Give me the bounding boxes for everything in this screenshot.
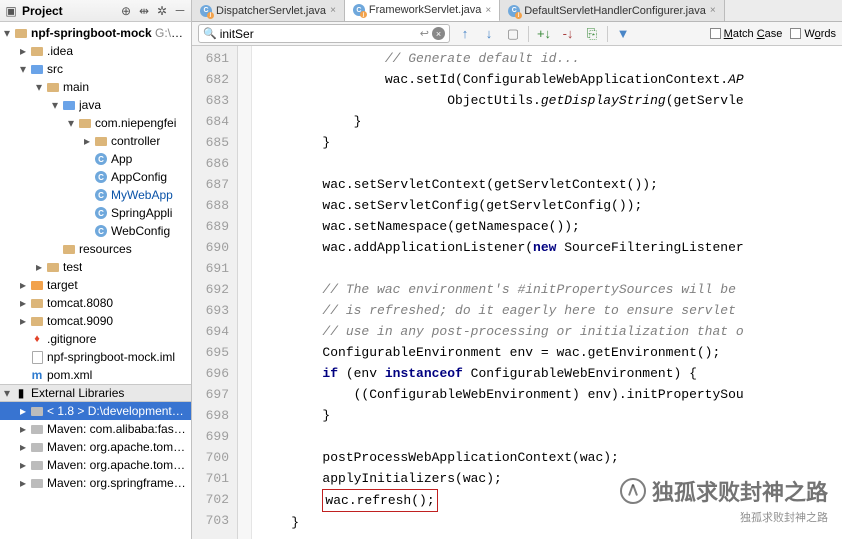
tree-root[interactable]: ▾npf-springboot-mock G:\sou (0, 24, 191, 42)
tree-item-target[interactable]: ▸target (0, 276, 191, 294)
chevron-right-icon[interactable]: ▸ (18, 442, 28, 452)
libraries-icon: ▮ (14, 386, 28, 400)
tree-external-libraries[interactable]: ▾▮External Libraries (0, 384, 191, 402)
tree-item-controller[interactable]: ▸controller (0, 132, 191, 150)
code-content[interactable]: // Generate default id... wac.setId(Conf… (252, 46, 842, 539)
chevron-right-icon[interactable]: ▸ (18, 478, 28, 488)
project-icon: ▣ (4, 4, 18, 18)
select-all-occurrences-icon[interactable]: ⎘ (583, 25, 601, 43)
tree-item-webconfig[interactable]: ▸CWebConfig (0, 222, 191, 240)
tree-item-app[interactable]: ▸CApp (0, 150, 191, 168)
code-editor[interactable]: 681 682 683 684 685 686 687 688 689 690 … (192, 46, 842, 539)
tab-framework[interactable]: CFrameworkServlet.java× (345, 0, 500, 22)
gear-icon[interactable]: ✲ (155, 4, 169, 18)
tree-item-idea[interactable]: ▸.idea (0, 42, 191, 60)
close-icon[interactable]: × (330, 5, 336, 16)
tree-item-src[interactable]: ▾src (0, 60, 191, 78)
clear-icon[interactable]: × (432, 27, 445, 40)
tree-item-maven1[interactable]: ▸Maven: com.alibaba:fastjsor (0, 420, 191, 438)
tree-item-tomcat9090[interactable]: ▸tomcat.9090 (0, 312, 191, 330)
close-icon[interactable]: × (485, 5, 491, 16)
tree-item-appconfig[interactable]: ▸CAppConfig (0, 168, 191, 186)
chevron-right-icon[interactable]: ▸ (18, 46, 28, 56)
git-icon: ♦ (30, 332, 44, 346)
tree-item-mywebapp[interactable]: ▸CMyWebApp (0, 186, 191, 204)
chevron-down-icon[interactable]: ▾ (2, 28, 12, 38)
remove-selection-icon[interactable]: -↓ (559, 25, 577, 43)
close-icon[interactable]: × (710, 5, 716, 16)
search-input[interactable] (220, 27, 417, 41)
tree-item-springappli[interactable]: ▸CSpringAppli (0, 204, 191, 222)
search-nav: ↑ ↓ ▢ +↓ -↓ ⎘ ▼ (456, 25, 632, 43)
editor-tabs: CDispatcherServlet.java× CFrameworkServl… (192, 0, 842, 22)
tree-item-maven3[interactable]: ▸Maven: org.apache.tomcat. (0, 456, 191, 474)
editor-area: CDispatcherServlet.java× CFrameworkServl… (192, 0, 842, 539)
collapse-icon[interactable]: ⇹ (137, 4, 151, 18)
select-all-icon[interactable]: ▢ (504, 25, 522, 43)
chevron-right-icon[interactable]: ▸ (82, 136, 92, 146)
chevron-down-icon[interactable]: ▾ (50, 100, 60, 110)
tree-item-java[interactable]: ▾java (0, 96, 191, 114)
chevron-down-icon[interactable]: ▾ (66, 118, 76, 128)
chevron-right-icon[interactable]: ▸ (18, 280, 28, 290)
history-icon[interactable]: ↩ (420, 27, 429, 40)
target-icon[interactable]: ⊕ (119, 4, 133, 18)
tab-dispatcher[interactable]: CDispatcherServlet.java× (192, 0, 345, 21)
tree-item-jdk[interactable]: ▸< 1.8 > D:\development ins (0, 402, 191, 420)
chevron-right-icon[interactable]: ▸ (18, 316, 28, 326)
tree-item-maven2[interactable]: ▸Maven: org.apache.tomcat. (0, 438, 191, 456)
tree-item-tomcat8080[interactable]: ▸tomcat.8080 (0, 294, 191, 312)
highlighted-refresh: wac.refresh(); (322, 489, 437, 512)
tree-item-test[interactable]: ▸test (0, 258, 191, 276)
filter-icon[interactable]: ▼ (614, 25, 632, 43)
java-class-icon: C (508, 5, 520, 17)
java-class-icon: C (353, 4, 365, 16)
chevron-right-icon[interactable]: ▸ (34, 262, 44, 272)
project-sidebar: ▣ Project ⊕ ⇹ ✲ － ▾npf-springboot-mock G… (0, 0, 192, 539)
tree-item-package[interactable]: ▾com.niepengfei (0, 114, 191, 132)
words-checkbox[interactable]: Words (790, 28, 836, 40)
add-selection-icon[interactable]: +↓ (535, 25, 553, 43)
hide-icon[interactable]: － (173, 4, 187, 18)
marker-column (238, 46, 252, 539)
chevron-right-icon[interactable]: ▸ (18, 424, 28, 434)
match-case-checkbox[interactable]: Match Case (710, 28, 783, 40)
prev-match-icon[interactable]: ↑ (456, 25, 474, 43)
search-icon: 🔍 (203, 27, 217, 40)
java-class-icon: C (200, 5, 212, 17)
sidebar-title: Project (22, 4, 115, 18)
tree-item-main[interactable]: ▾main (0, 78, 191, 96)
chevron-down-icon[interactable]: ▾ (18, 64, 28, 74)
project-tree[interactable]: ▾npf-springboot-mock G:\sou ▸.idea ▾src … (0, 22, 191, 539)
chevron-right-icon[interactable]: ▸ (18, 298, 28, 308)
chevron-right-icon[interactable]: ▸ (18, 406, 28, 416)
find-toolbar: 🔍 ↩ × ↑ ↓ ▢ +↓ -↓ ⎘ ▼ Match Case Words (192, 22, 842, 46)
tree-item-gitignore[interactable]: ▸♦.gitignore (0, 330, 191, 348)
tree-item-pom[interactable]: ▸mpom.xml (0, 366, 191, 384)
tab-default-servlet[interactable]: CDefaultServletHandlerConfigurer.java× (500, 0, 724, 21)
tree-item-iml[interactable]: ▸npf-springboot-mock.iml (0, 348, 191, 366)
tree-item-resources[interactable]: ▸resources (0, 240, 191, 258)
line-gutter: 681 682 683 684 685 686 687 688 689 690 … (192, 46, 238, 539)
sidebar-header: ▣ Project ⊕ ⇹ ✲ － (0, 0, 191, 22)
chevron-right-icon[interactable]: ▸ (18, 460, 28, 470)
tree-item-maven4[interactable]: ▸Maven: org.springframewor (0, 474, 191, 492)
search-field[interactable]: 🔍 ↩ × (198, 24, 450, 43)
chevron-down-icon[interactable]: ▾ (2, 388, 12, 398)
next-match-icon[interactable]: ↓ (480, 25, 498, 43)
chevron-down-icon[interactable]: ▾ (34, 82, 44, 92)
